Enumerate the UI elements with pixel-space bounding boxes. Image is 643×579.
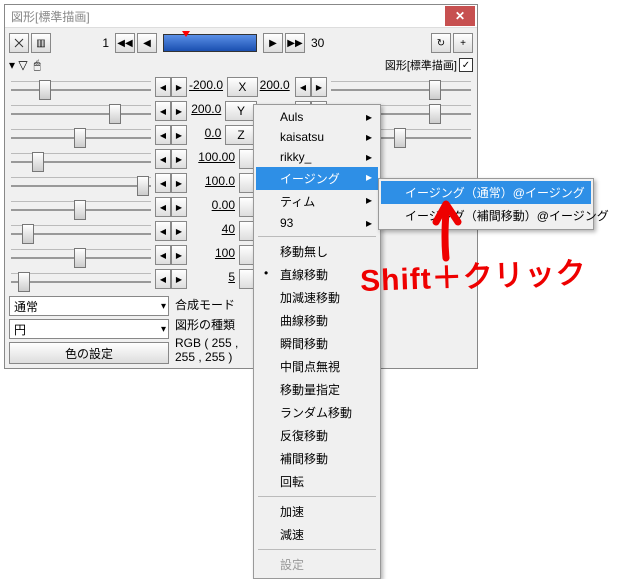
menu-item[interactable]: 曲線移動: [256, 309, 378, 332]
timeline-slider[interactable]: [163, 34, 257, 52]
param-row-aspect: ◀▶ 100 縦: [9, 244, 473, 266]
easing-context-menu: Auls kaisatsu rikky_ イージング ティム 93 移動無し 直…: [253, 104, 381, 579]
value-left[interactable]: 200.0: [189, 102, 223, 120]
menu-item[interactable]: 加速: [256, 500, 378, 523]
menu-item[interactable]: Auls: [256, 107, 378, 127]
menu-item[interactable]: kaisatsu: [256, 127, 378, 147]
header-row: ▾ ▽ 🖱 図形[標準描画] ✓: [9, 54, 473, 76]
icon-cut[interactable]: [9, 33, 29, 53]
blend-label: 合成モード: [175, 296, 239, 316]
color-button[interactable]: 色の設定: [9, 342, 169, 364]
menu-item[interactable]: 瞬間移動: [256, 332, 378, 355]
menu-item[interactable]: ティム: [256, 190, 378, 213]
value-left[interactable]: -200.0: [189, 78, 225, 96]
value-left[interactable]: 5: [189, 270, 237, 288]
value-left[interactable]: 0.00: [189, 198, 237, 216]
shape-value: 円: [14, 321, 26, 338]
next-button[interactable]: ▶: [263, 33, 283, 53]
refresh-icon[interactable]: ↻: [431, 33, 451, 53]
menu-item-settings: 設定: [256, 553, 378, 576]
menu-item[interactable]: 中間点無視: [256, 355, 378, 378]
shape-dropdown[interactable]: 円: [9, 319, 169, 339]
submenu-item-interp[interactable]: イージング（補間移動）@イージング: [381, 204, 591, 227]
menu-item[interactable]: rikky_: [256, 147, 378, 167]
value-right[interactable]: 200.0: [260, 78, 293, 96]
frame-end: 30: [307, 36, 335, 50]
easing-submenu: イージング（通常）@イージング イージング（補間移動）@イージング: [378, 178, 594, 230]
mouse-icon: 🖱: [34, 58, 41, 73]
param-row-scale: ◀▶ 100.00 拡: [9, 148, 473, 170]
menu-item[interactable]: 移動量指定: [256, 378, 378, 401]
slider-left[interactable]: [11, 81, 151, 98]
rgb-label: RGB ( 255 , 255 , 255 ): [175, 336, 239, 356]
prev-fast-button[interactable]: ◀◀: [115, 33, 135, 53]
submenu-item-normal[interactable]: イージング（通常）@イージング: [381, 181, 591, 204]
dec-button[interactable]: ◀: [295, 77, 311, 97]
param-button[interactable]: Y: [225, 101, 256, 121]
value-left[interactable]: 100: [189, 246, 237, 264]
menu-item[interactable]: 反復移動: [256, 424, 378, 447]
menu-separator: [258, 236, 376, 237]
param-button[interactable]: Z: [225, 125, 256, 145]
param-row-y: ◀▶ 200.0 Y 200.0 ◀▶: [9, 100, 473, 122]
menu-separator: [258, 549, 376, 550]
blend-value: 通常: [14, 298, 38, 315]
shape-type-label: 図形の種類: [175, 316, 239, 336]
menu-item[interactable]: 93: [256, 213, 378, 233]
param-row-z: ◀▶ 0.0 Z 0.0 ◀▶: [9, 124, 473, 146]
inc-button[interactable]: ▶: [171, 77, 187, 97]
menu-item-nomove[interactable]: 移動無し: [256, 240, 378, 263]
bottom-controls: 通常 円 色の設定 合成モード 図形の種類 RGB ( 255 , 255 , …: [9, 296, 473, 364]
inc-button[interactable]: ▶: [311, 77, 327, 97]
param-row-x: ◀▶ -200.0 X 200.0 ◀▶: [9, 76, 473, 98]
slider-right[interactable]: [331, 81, 471, 98]
menu-separator: [258, 496, 376, 497]
menu-item[interactable]: 回転: [256, 470, 378, 493]
prev-button[interactable]: ◀: [137, 33, 157, 53]
timeline-row: ▥ 1 ◀◀ ◀ ▶ ▶▶ 30 ↻ +: [9, 32, 473, 54]
shape-checkbox[interactable]: ✓: [459, 58, 473, 72]
menu-item[interactable]: 加減速移動: [256, 286, 378, 309]
value-left[interactable]: 100.0: [189, 174, 237, 192]
frame-start: 1: [53, 36, 113, 50]
titlebar: 図形[標準描画] ✕: [5, 5, 477, 28]
next-fast-button[interactable]: ▶▶: [285, 33, 305, 53]
value-left[interactable]: 40: [189, 222, 237, 240]
value-left[interactable]: 0.0: [189, 126, 223, 144]
icon-copy[interactable]: ▥: [31, 33, 51, 53]
menu-item-selected[interactable]: 直線移動: [256, 263, 378, 286]
blend-dropdown[interactable]: 通常: [9, 296, 169, 316]
menu-item-easing[interactable]: イージング: [256, 167, 378, 190]
shape-label: 図形[標準描画]: [385, 57, 457, 73]
menu-item[interactable]: 補間移動: [256, 447, 378, 470]
menu-item[interactable]: 減速: [256, 523, 378, 546]
dec-button[interactable]: ◀: [155, 77, 171, 97]
param-button[interactable]: X: [227, 77, 258, 97]
menu-item[interactable]: ランダム移動: [256, 401, 378, 424]
add-icon[interactable]: +: [453, 33, 473, 53]
window-title: 図形[標準描画]: [7, 8, 445, 25]
close-button[interactable]: ✕: [445, 6, 475, 26]
param-row-line: ◀▶ 5 ラ: [9, 268, 473, 290]
value-left[interactable]: 100.00: [189, 150, 237, 168]
